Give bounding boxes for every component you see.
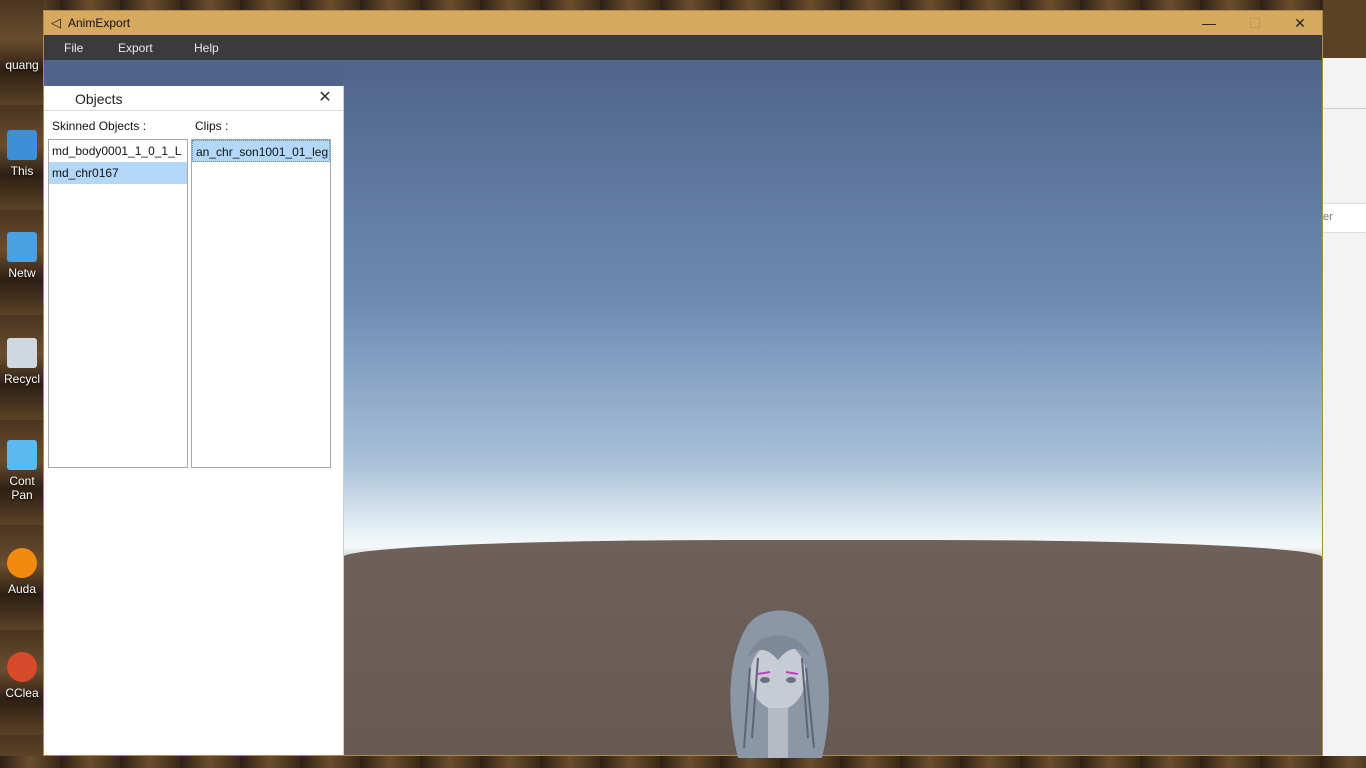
desktop-icon-recycle-bin[interactable]: Recycl xyxy=(0,338,44,386)
scene-viewport[interactable] xyxy=(343,60,1322,758)
list-item[interactable]: md_chr0167 xyxy=(49,162,187,184)
menu-export[interactable]: Export xyxy=(118,41,153,55)
menu-file[interactable]: File xyxy=(64,41,83,55)
desktop-bottom xyxy=(0,756,1366,768)
desktop-icon-this-pc[interactable]: This xyxy=(0,130,44,178)
menu-bar: File Export Help xyxy=(44,35,1322,60)
maximize-button[interactable]: ☐ xyxy=(1232,11,1278,35)
desktop-top xyxy=(0,0,1366,10)
background-window: er xyxy=(1323,58,1366,756)
clips-label: Clips : xyxy=(195,119,229,133)
objects-panel-header: Objects ✕ xyxy=(44,86,343,111)
objects-panel-title: Objects xyxy=(75,91,123,107)
minimize-button[interactable]: — xyxy=(1186,11,1232,35)
network-icon xyxy=(7,232,37,262)
background-window-text: er xyxy=(1323,211,1333,223)
desktop-icon-ccleaner[interactable]: CClea xyxy=(0,652,44,700)
audacity-icon xyxy=(7,548,37,578)
close-button[interactable]: ✕ xyxy=(1277,11,1323,35)
desktop-icon-network[interactable]: Netw xyxy=(0,232,44,280)
menu-help[interactable]: Help xyxy=(194,41,219,55)
computer-icon xyxy=(7,130,37,160)
desktop-icon-audacity[interactable]: Auda xyxy=(0,548,44,596)
app-window: ◁ AnimExport — ☐ ✕ File Export Help Obje… xyxy=(43,10,1323,758)
panel-top-strip xyxy=(44,60,343,86)
clips-list[interactable]: an_chr_son1001_01_leg xyxy=(191,139,331,468)
desktop-icon-control-panel[interactable]: Cont Pan xyxy=(0,440,44,502)
window-title: AnimExport xyxy=(68,16,131,30)
unity-icon: ◁ xyxy=(51,15,61,30)
list-item[interactable]: md_body0001_1_0_1_L xyxy=(49,140,187,162)
control-panel-icon xyxy=(7,440,37,470)
panel-close-icon[interactable]: ✕ xyxy=(316,87,334,107)
skinned-objects-label: Skinned Objects : xyxy=(52,119,147,133)
desktop-icon-user[interactable]: quang xyxy=(0,58,44,72)
skinned-objects-list[interactable]: md_body0001_1_0_1_L md_chr0167 xyxy=(48,139,188,468)
ccleaner-icon xyxy=(7,652,37,682)
character-model xyxy=(730,610,829,758)
list-item[interactable]: an_chr_son1001_01_leg xyxy=(192,140,330,162)
title-bar[interactable]: ◁ AnimExport — ☐ ✕ xyxy=(44,11,1322,35)
objects-panel: Objects ✕ Skinned Objects : Clips : md_b… xyxy=(44,86,344,755)
recycle-bin-icon xyxy=(7,338,37,368)
